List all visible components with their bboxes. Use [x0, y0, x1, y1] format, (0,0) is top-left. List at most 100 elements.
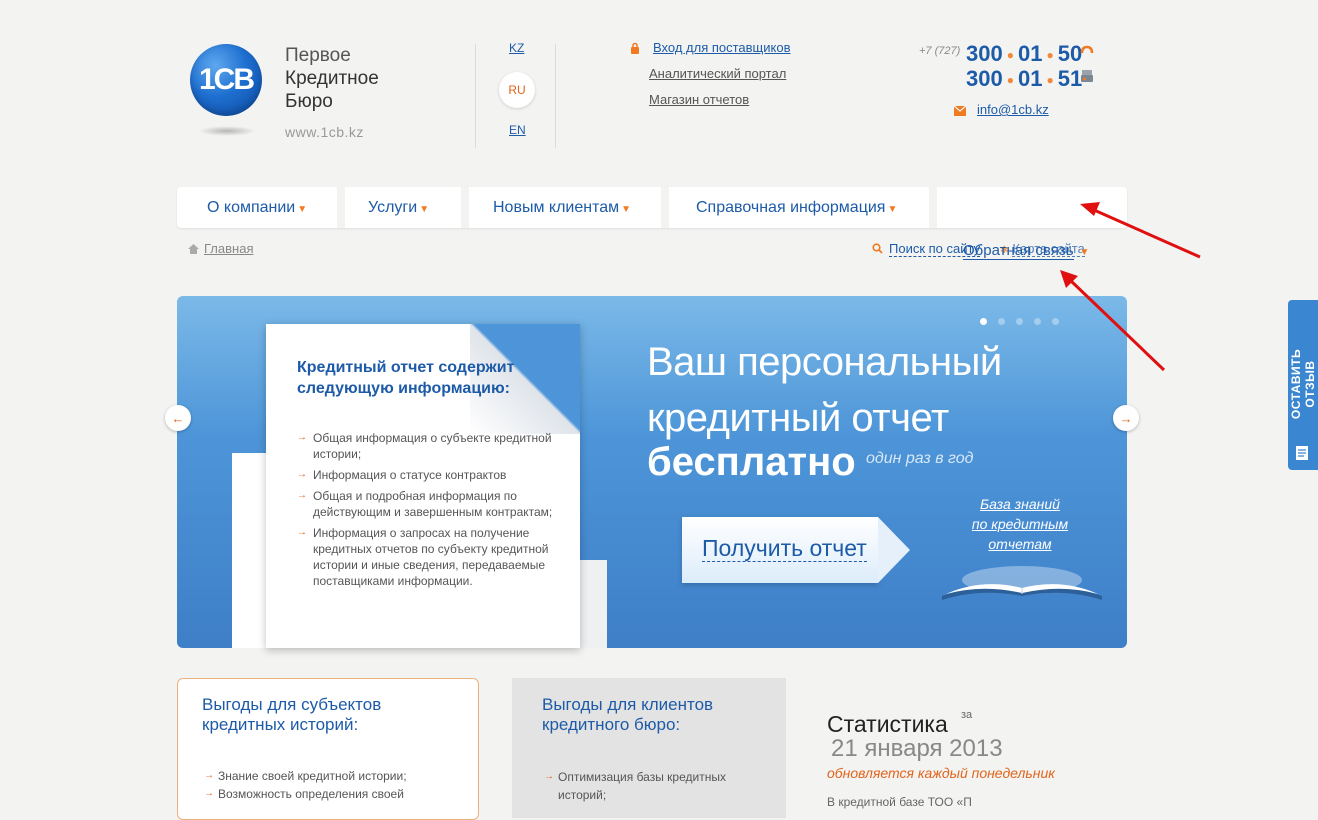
nav-item-new-clients[interactable]: Новым клиентам ▼ — [493, 187, 631, 228]
slider-dot[interactable] — [1034, 318, 1041, 325]
phone2-part: 01 — [1017, 66, 1043, 91]
lock-icon — [631, 42, 639, 54]
kb-line: по кредитным — [971, 516, 1069, 532]
phone-prefix: +7 (727) — [919, 45, 961, 57]
logo-mark[interactable]: 1CB — [190, 44, 262, 116]
breadcrumb: Главная — [188, 241, 253, 256]
stats-text: В кредитной базе ТОО «П — [827, 795, 972, 809]
benefits-subjects-list: Знание своей кредитной истории; Возможно… — [204, 767, 464, 803]
phone1-part: 01 — [1017, 41, 1043, 66]
phone-dot: ● — [1006, 48, 1014, 63]
open-book-icon — [942, 566, 1102, 600]
logo-line-2: Кредитное — [285, 68, 379, 89]
paper-list-item: Информация о запросах на получение креди… — [297, 525, 557, 589]
chevron-down-icon: ▼ — [1079, 247, 1090, 258]
header-divider — [555, 44, 556, 148]
chevron-down-icon: ▼ — [419, 204, 430, 215]
get-report-label[interactable]: Получить отчет — [702, 535, 867, 562]
list-item: Возможность определения своей — [204, 785, 464, 803]
list-item: Знание своей кредитной истории; — [204, 767, 464, 785]
slider-dot[interactable] — [980, 318, 987, 325]
slider-dot[interactable] — [1016, 318, 1023, 325]
slider-dot[interactable] — [998, 318, 1005, 325]
arrow-right-icon: → — [1119, 410, 1133, 426]
banner-headline-sub: один раз в год — [866, 450, 974, 467]
lang-kz-link[interactable]: KZ — [509, 41, 524, 55]
benefits-subjects-title: Выгоды для субъектов кредитных историй: — [202, 695, 382, 734]
reports-shop-link[interactable]: Магазин отчетов — [649, 92, 749, 107]
search-icon — [872, 243, 883, 254]
note-icon — [1296, 446, 1308, 460]
slider-dot[interactable] — [1052, 318, 1059, 325]
analytics-portal-link[interactable]: Аналитический портал — [649, 66, 786, 81]
phone-dot: ● — [1006, 73, 1014, 88]
stats-title: Статистика — [827, 711, 948, 737]
nav-separator — [337, 187, 345, 228]
feedback-label: Обратная связь — [963, 242, 1074, 260]
breadcrumb-home-link[interactable]: Главная — [204, 241, 253, 256]
phone1-part: 300 — [966, 41, 1003, 66]
kb-line: База знаний — [980, 496, 1060, 512]
header-divider — [475, 44, 476, 148]
feedback-side-tab-label: ОСТАВИТЬ ОТЗЫВ — [1289, 348, 1317, 420]
mail-icon — [954, 106, 966, 116]
chevron-down-icon: ▼ — [887, 204, 898, 215]
stats-updated-note: обновляется каждый понедельник — [827, 765, 1055, 781]
nav-item-reference[interactable]: Справочная информация ▼ — [696, 187, 897, 228]
phone-number-1: 300 ● 01 ● 50 — [966, 41, 1082, 67]
logo-shadow — [198, 126, 256, 136]
annotation-arrowhead — [1060, 270, 1078, 288]
phone-handset-icon — [1080, 45, 1094, 54]
nav-separator — [461, 187, 469, 228]
phone-dot: ● — [1046, 48, 1054, 63]
lang-en-link[interactable]: EN — [509, 123, 526, 137]
banner-headline-line2: кредитный отчет — [647, 396, 949, 440]
paper-list-item: Общая и подробная информация по действую… — [297, 488, 557, 520]
knowledge-base-link[interactable]: База знаний по кредитным отчетам — [955, 494, 1085, 554]
stats-date: 21 января 2013 — [831, 735, 1003, 762]
paper-title: Кредитный отчет содержит следующую инфор… — [297, 359, 515, 397]
nav-item-label: Новым клиентам — [493, 199, 620, 216]
logo-line-3: Бюро — [285, 91, 333, 112]
phone2-part: 300 — [966, 66, 1003, 91]
logo-line-1: Первое — [285, 45, 351, 66]
nav-separator — [929, 187, 937, 228]
phone-number-2: 300 ● 01 ● 51 — [966, 66, 1082, 92]
list-item: Оптимизация базы кредитных историй; — [544, 768, 754, 804]
phone-dot: ● — [1046, 73, 1054, 88]
email-link[interactable]: info@1cb.kz — [977, 102, 1049, 117]
get-report-button-arrow[interactable] — [878, 517, 910, 583]
banner-headline: Ваш персональный кредитный отчет — [647, 334, 1002, 446]
logo-mark-text: 1CB — [198, 63, 255, 96]
home-icon — [188, 244, 199, 254]
slider-dots — [980, 312, 1070, 330]
phone1-part: 50 — [1057, 41, 1083, 66]
paper-list-item: Информация о статусе контрактов — [297, 467, 557, 483]
kb-line: отчетам — [988, 536, 1052, 552]
nav-item-label: Справочная информация — [696, 199, 886, 216]
benefits-clients-list: Оптимизация базы кредитных историй; — [544, 768, 754, 804]
nav-item-label: Услуги — [368, 199, 418, 216]
banner-headline-bold: бесплатно — [647, 440, 856, 484]
suppliers-login-link[interactable]: Вход для поставщиков — [653, 40, 790, 55]
lang-ru-active[interactable]: RU — [499, 72, 535, 108]
nav-item-services[interactable]: Услуги ▼ — [368, 187, 429, 228]
nav-separator — [661, 187, 669, 228]
main-nav: О компании ▼ Услуги ▼ Новым клиентам ▼ Спра… — [177, 187, 1127, 228]
paper-list: Общая информация о субъекте кредитной ис… — [297, 430, 557, 594]
stats-za: за — [961, 709, 973, 721]
banner-headline-line1: Ваш персональный — [647, 340, 1002, 384]
lang-ru-label: RU — [508, 83, 526, 97]
slider-prev-button[interactable]: ← — [165, 405, 191, 431]
logo-text: Первое Кредитное Бюро — [285, 44, 379, 113]
fax-icon — [1081, 70, 1093, 82]
arrow-left-icon: ← — [171, 410, 185, 426]
benefits-clients-title: Выгоды для клиентов кредитного бюро: — [542, 695, 714, 734]
chevron-down-icon: ▼ — [297, 204, 308, 215]
feedback-link[interactable]: Обратная связь ▼ — [963, 242, 1090, 260]
slider-next-button[interactable]: → — [1113, 405, 1139, 431]
nav-item-about[interactable]: О компании ▼ — [207, 187, 307, 228]
chevron-down-icon: ▼ — [621, 204, 632, 215]
paper-list-item: Общая информация о субъекте кредитной ис… — [297, 430, 557, 462]
logo-url: www.1cb.kz — [285, 124, 364, 140]
